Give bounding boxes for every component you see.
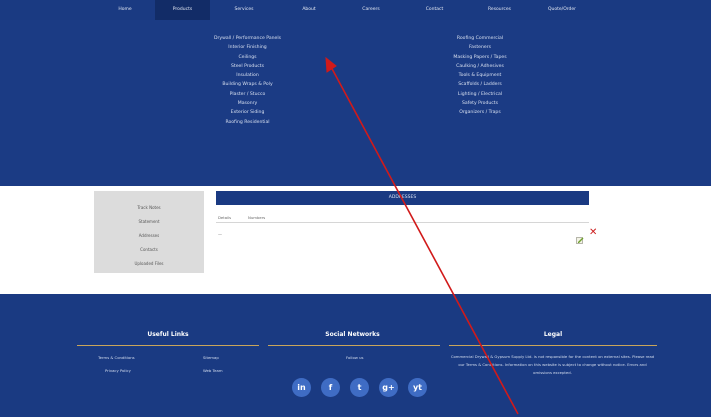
footer-link-terms[interactable]: Terms & Conditions [98, 355, 135, 360]
dropdown-link[interactable]: Steel Products [231, 62, 264, 71]
dropdown-link[interactable]: Organizers / Traps [459, 108, 500, 117]
dropdown-link[interactable]: Caulking / Adhesives [456, 62, 504, 71]
useful-links-title: Useful Links [147, 331, 189, 338]
google-plus-icon[interactable]: g+ [379, 378, 398, 397]
useful-links-divider [77, 345, 259, 346]
dropdown-link[interactable]: Scaffolds / Ladders [458, 80, 502, 89]
youtube-icon[interactable]: yt [408, 378, 427, 397]
nav-quote[interactable]: Quote/Order [532, 0, 592, 20]
edit-icon[interactable] [576, 229, 584, 244]
social-divider [268, 345, 440, 346]
account-side-menu: Track Notes Statement Addresses Contacts… [94, 191, 204, 273]
dropdown-link[interactable]: Plaster / Stucco [230, 90, 266, 99]
dropdown-link[interactable]: Safety Products [462, 99, 498, 108]
nav-home[interactable]: Home [95, 0, 155, 20]
dropdown-link[interactable]: Tools & Equipment [459, 71, 502, 80]
table-header-row: Details Numbers [216, 212, 589, 223]
table-row-value: — [218, 232, 222, 237]
dropdown-link[interactable]: Roofing Residential [225, 118, 269, 127]
nav-contact[interactable]: Contact [402, 0, 467, 20]
footer-link-privacy[interactable]: Privacy Policy [105, 368, 131, 373]
side-menu-uploaded-files[interactable]: Uploaded Files [134, 257, 163, 271]
side-menu-track-notes[interactable]: Track Notes [137, 201, 160, 215]
delete-icon[interactable]: ✕ [589, 228, 598, 238]
panel-title: ADDRESSES [216, 191, 589, 205]
nav-careers[interactable]: Careers [340, 0, 402, 20]
dropdown-link[interactable]: Interior Finishing [228, 43, 266, 52]
social-icons: in f t g+ yt [292, 378, 427, 397]
dropdown-link[interactable]: Fasteners [469, 43, 491, 52]
twitter-icon[interactable]: t [350, 378, 369, 397]
products-dropdown: Drywall / Performance Panels Interior Fi… [0, 20, 711, 186]
dropdown-link[interactable]: Masonry [238, 99, 258, 108]
side-menu-contacts[interactable]: Contacts [140, 243, 158, 257]
social-networks-title: Social Networks [325, 331, 380, 338]
legal-notice: Commercial Drywall & Gypsum Supply Ltd. … [450, 354, 655, 375]
dropdown-link[interactable]: Drywall / Performance Panels [214, 34, 281, 43]
nav-products[interactable]: Products [155, 0, 210, 20]
facebook-icon[interactable]: f [321, 378, 340, 397]
nav-resources[interactable]: Resources [467, 0, 532, 20]
footer-link-web-team[interactable]: Web Team [203, 368, 223, 373]
linkedin-icon[interactable]: in [292, 378, 311, 397]
legal-title: Legal [543, 331, 563, 338]
side-menu-addresses[interactable]: Addresses [139, 229, 159, 243]
dropdown-right-column: Roofing Commercial Fasteners Masking Pap… [380, 34, 580, 118]
dropdown-link[interactable]: Roofing Commercial [457, 34, 503, 43]
dropdown-link[interactable]: Exterior Siding [231, 108, 265, 117]
account-content: Track Notes Statement Addresses Contacts… [0, 186, 711, 294]
dropdown-link[interactable]: Ceilings [238, 53, 256, 62]
dropdown-link[interactable]: Building Wraps & Poly [222, 80, 272, 89]
follow-us-text: Follow us [346, 355, 364, 360]
nav-services[interactable]: Services [210, 0, 278, 20]
dropdown-link[interactable]: Masking Papers / Tapes [453, 53, 506, 62]
side-menu-statement[interactable]: Statement [138, 215, 159, 229]
dropdown-left-column: Drywall / Performance Panels Interior Fi… [160, 34, 335, 127]
nav-about[interactable]: About [278, 0, 340, 20]
column-header-details: Details [218, 214, 232, 220]
legal-divider [449, 345, 657, 346]
dropdown-link[interactable]: Lighting / Electrical [458, 90, 502, 99]
top-nav: Home Products Services About Careers Con… [0, 0, 711, 20]
column-header-numbers: Numbers [248, 214, 266, 220]
site-footer: Useful Links Social Networks Legal Terms… [0, 294, 711, 417]
footer-link-sitemap[interactable]: Sitemap [203, 355, 219, 360]
dropdown-link[interactable]: Insulation [236, 71, 258, 80]
